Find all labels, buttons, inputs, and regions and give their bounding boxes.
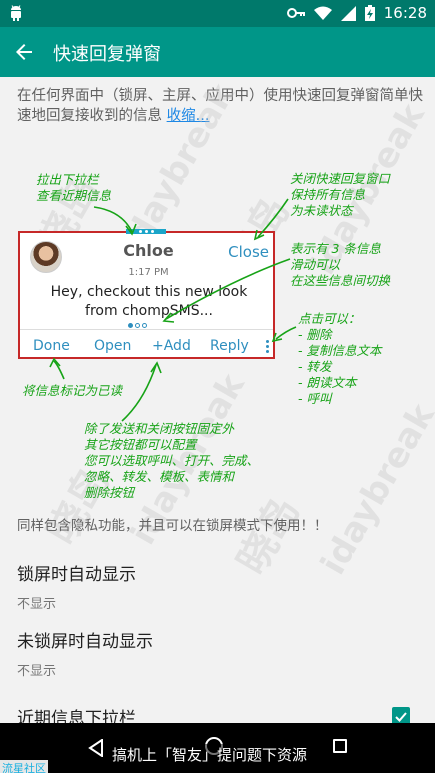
status-bar: 16:28 xyxy=(0,0,435,27)
collapse-link[interactable]: 收缩... xyxy=(167,108,210,124)
pref-show-when-unlocked[interactable]: 未锁屏时自动显示 不显示 xyxy=(17,627,153,679)
note-config: 除了发送和关闭按钮固定外 其它按钮都可以配置 您可以选取呼叫、打开、完成、 忽略… xyxy=(84,421,260,500)
privacy-note: 同样包含隐私功能，并且可以在锁屏模式下使用！！ xyxy=(17,518,328,534)
page-title: 快速回复弹窗 xyxy=(53,44,161,65)
quick-reply-demo: Chloe Close 1:17 PM Hey, checkout this n… xyxy=(14,169,430,519)
wifi-icon xyxy=(313,6,332,20)
settings-content[interactable]: 在任何界面中（锁屏、主屏、应用中）使用快速回复弹窗简单快速地回复接收到的信息 收… xyxy=(0,77,435,723)
pref-show-on-lockscreen[interactable]: 锁屏时自动显示 不显示 xyxy=(17,560,136,612)
overlay-caption: 搞机上「智友」提问题下资源 xyxy=(110,744,310,765)
pref-summary: 不显示 xyxy=(17,597,57,612)
pref-title: 未锁屏时自动显示 xyxy=(17,632,153,652)
pref-recent-messages-pulldown[interactable]: 近期信息下拉栏 xyxy=(17,704,136,723)
signal-icon xyxy=(340,5,356,21)
nav-back-icon[interactable] xyxy=(88,739,104,757)
note-swipe: 表示有 3 条信息 滑动可以 在这些信息间切换 xyxy=(290,241,391,288)
app-bar: 快速回复弹窗 xyxy=(0,27,435,77)
note-done: 将信息标记为已读 xyxy=(22,383,123,398)
note-menu: 点击可以： - 删除 - 复制信息文本 - 转发 - 朗读文本 - 呼叫 xyxy=(298,311,382,406)
pref-title: 锁屏时自动显示 xyxy=(17,565,136,585)
key-icon xyxy=(286,8,305,18)
note-close: 关闭快速回复窗口 保持所有信息 为未读状态 xyxy=(290,171,391,218)
note-pull-down: 拉出下拉栏 查看近期信息 xyxy=(36,172,112,203)
intro-text: 在任何界面中（锁屏、主屏、应用中）使用快速回复弹窗简单快速地回复接收到的信息 xyxy=(17,88,423,124)
nav-recents-icon[interactable] xyxy=(333,739,347,753)
pref-summary: 不显示 xyxy=(17,664,57,679)
pref-title: 近期信息下拉栏 xyxy=(17,709,136,723)
intro-description: 在任何界面中（锁屏、主屏、应用中）使用快速回复弹窗简单快速地回复接收到的信息 收… xyxy=(17,86,427,126)
battery-charging-icon xyxy=(364,5,375,21)
community-watermark: 流星社区 xyxy=(0,760,48,773)
back-arrow-icon[interactable] xyxy=(12,40,36,64)
navigation-bar: 搞机上「智友」提问题下资源 流星社区 xyxy=(0,723,435,773)
recent-messages-checkbox[interactable] xyxy=(392,707,410,723)
android-icon xyxy=(11,5,21,21)
status-time: 16:28 xyxy=(383,4,427,22)
check-icon xyxy=(395,712,407,722)
